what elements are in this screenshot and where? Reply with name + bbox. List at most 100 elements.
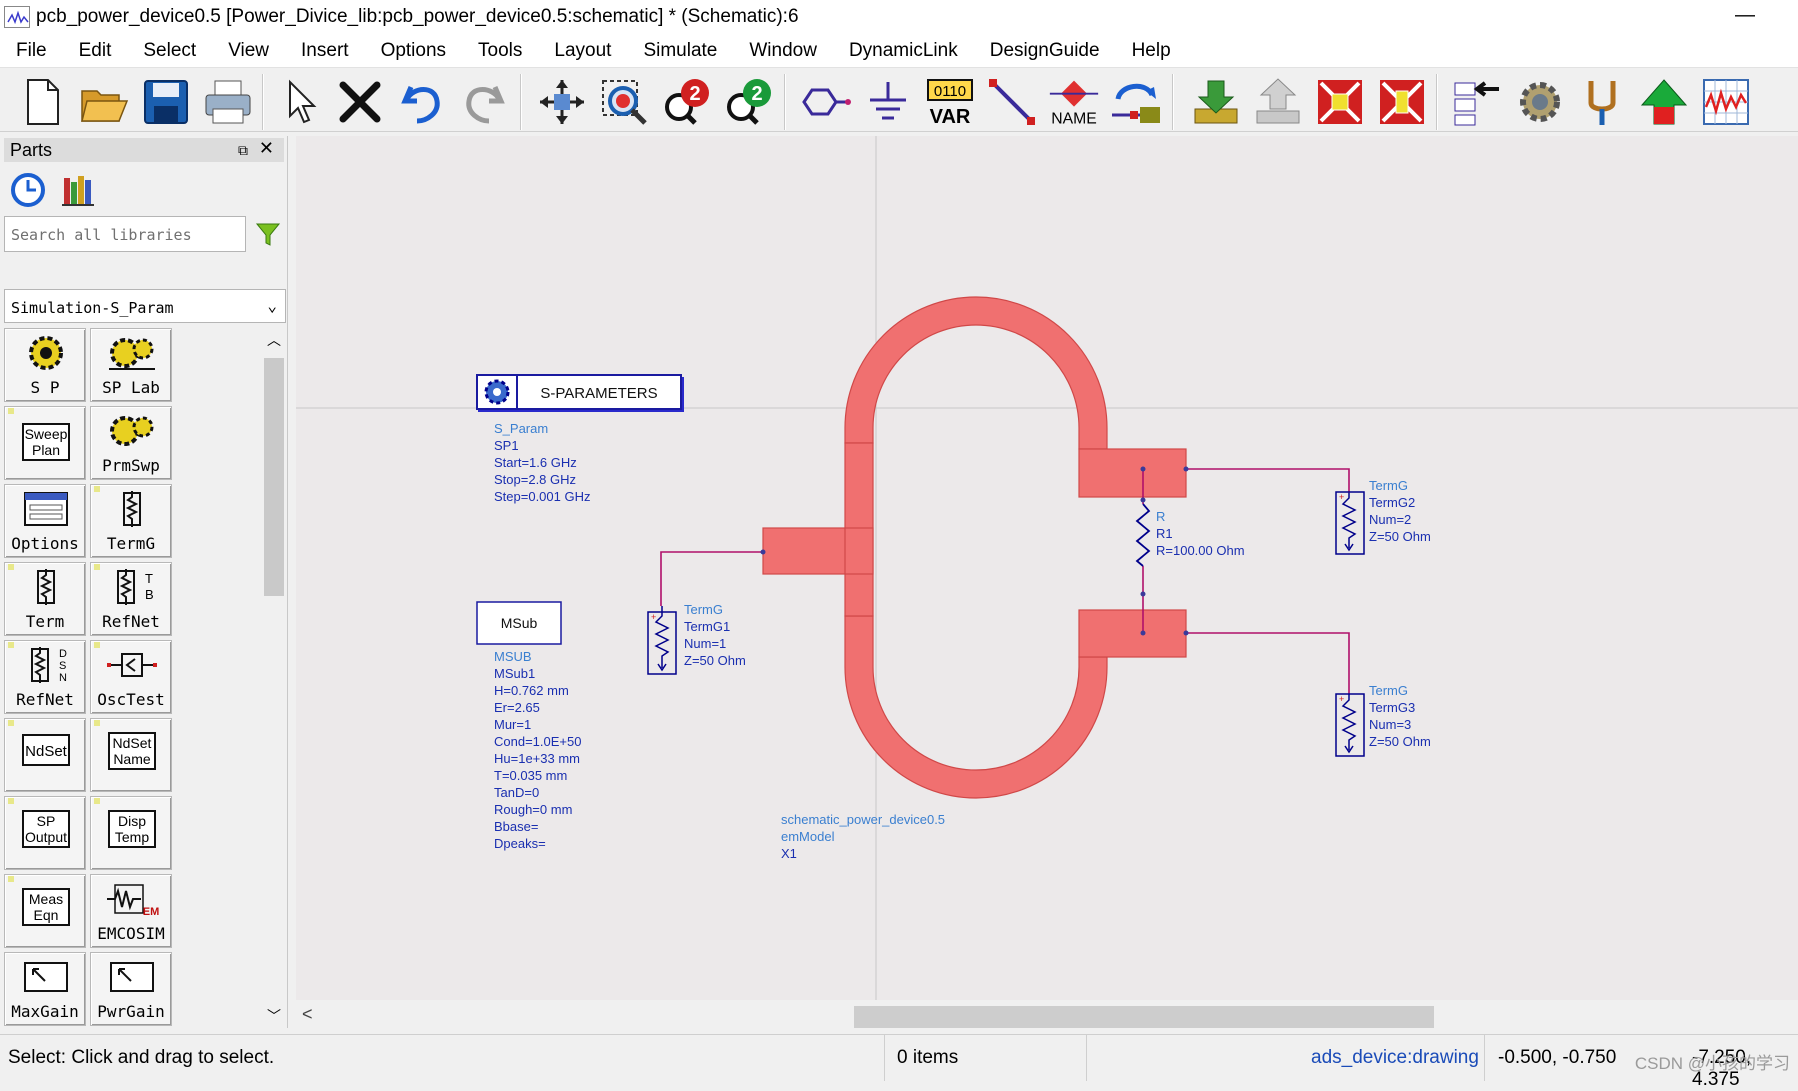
palette-item-prmswp[interactable]: PrmSwp (90, 406, 172, 480)
palette-item-refnet-dsn[interactable]: DSN RefNet (4, 640, 86, 714)
deactivate-button[interactable] (1314, 76, 1366, 128)
component-palette: S P SP Lab Sweep Plan PrmSwp Options Term… (4, 328, 262, 1028)
status-hint: Select: Click and drag to select. (8, 1047, 275, 1068)
recent-parts-button[interactable] (10, 172, 46, 208)
menu-insert[interactable]: Insert (301, 40, 349, 62)
palette-item-maxgain[interactable]: MaxGain (4, 952, 86, 1026)
library-select[interactable]: Simulation-S_Param ⌄ (4, 289, 286, 323)
palette-item-ndset[interactable]: NdSet (4, 718, 86, 792)
svg-text:SP: SP (37, 813, 56, 829)
menu-window[interactable]: Window (749, 40, 817, 62)
upload-button[interactable] (1252, 76, 1304, 128)
library-browser-button[interactable] (60, 172, 96, 208)
palette-item-sp[interactable]: S P (4, 328, 86, 402)
termg2-port[interactable]: + TermG TermG2 Num=2 Z=50 Ohm (1335, 478, 1431, 555)
zoom-area-button[interactable] (598, 76, 650, 128)
library-search-input[interactable]: Search all libraries (4, 216, 246, 252)
push-hierarchy-button[interactable] (1110, 76, 1162, 128)
menu-tools[interactable]: Tools (478, 40, 522, 62)
redo-button[interactable] (458, 76, 510, 128)
msub-line: Bbase= (494, 819, 538, 834)
schematic-canvas[interactable]: R R1 R=100.00 Ohm S-PARAMETERS S_Param S… (296, 136, 1798, 1000)
new-document-button[interactable] (16, 76, 68, 128)
termg1-port[interactable]: + TermG TermG1 Num=1 Z=50 Ohm (647, 602, 746, 675)
pan-button[interactable] (536, 76, 588, 128)
menu-view[interactable]: View (228, 40, 269, 62)
palette-item-pwrgain[interactable]: PwrGain (90, 952, 172, 1026)
palette-item-options[interactable]: Options (4, 484, 86, 558)
palette-item-disp-temp[interactable]: Disp Temp (90, 796, 172, 870)
palette-item-ndset-name[interactable]: NdSet Name (90, 718, 172, 792)
sparam-controller[interactable]: S-PARAMETERS S_Param SP1 Start=1.6 GHz S… (476, 374, 684, 504)
menu-edit[interactable]: Edit (79, 40, 112, 62)
em-model-layout[interactable] (762, 296, 1187, 799)
status-context[interactable]: ads_device:drawing (1311, 1047, 1479, 1069)
menu-select[interactable]: Select (143, 40, 196, 62)
maxgain-icon (24, 962, 68, 992)
insert-var-button[interactable]: 0110 VAR (924, 76, 976, 128)
print-button[interactable] (202, 76, 254, 128)
msub-substrate[interactable]: MSub MSUB MSub1 H=0.762 mm Er=2.65 Mur=1… (476, 601, 581, 851)
menu-simulate[interactable]: Simulate (643, 40, 717, 62)
palette-item-sweep-plan[interactable]: Sweep Plan (4, 406, 86, 480)
float-panel-icon[interactable]: ⧉ (238, 142, 248, 159)
port2-feed-line (1078, 448, 1187, 498)
palette-item-refnet-tb[interactable]: TB RefNet (90, 562, 172, 636)
status-coords-primary: -0.500, -0.750 (1498, 1047, 1617, 1068)
palette-item-emcosim[interactable]: EM EMCOSIM (90, 874, 172, 948)
scroll-down-icon[interactable]: ﹀ (267, 1006, 281, 1026)
simulate-settings-button[interactable] (1514, 76, 1566, 128)
palette-item-termg[interactable]: TermG (90, 484, 172, 558)
zoom-out-button[interactable]: 2 (722, 76, 774, 128)
svg-text:Name: Name (113, 751, 151, 767)
palette-item-sp-lab[interactable]: SP Lab (90, 328, 172, 402)
palette-item-meas-eqn[interactable]: Meas Eqn (4, 874, 86, 948)
menu-help[interactable]: Help (1132, 40, 1171, 62)
canvas-horizontal-scrollbar[interactable]: < (296, 1000, 1798, 1034)
menu-options[interactable]: Options (381, 40, 446, 62)
refnet-dsn-icon: DSN (31, 647, 67, 684)
download-button[interactable] (1190, 76, 1242, 128)
netlist-button[interactable] (1452, 76, 1504, 128)
save-button[interactable] (140, 76, 192, 128)
filter-button[interactable] (254, 220, 282, 248)
star-marker (8, 798, 14, 804)
tuning-button[interactable] (1576, 76, 1628, 128)
insert-port-button[interactable] (800, 76, 852, 128)
short-button[interactable] (1376, 76, 1428, 128)
palette-item-term[interactable]: Term (4, 562, 86, 636)
status-item-count: 0 items (897, 1047, 959, 1068)
insert-name-button[interactable]: NAME (1048, 76, 1100, 128)
star-marker (94, 642, 100, 648)
palette-item-sp-output[interactable]: SP Output (4, 796, 86, 870)
termg3-port[interactable]: + TermG TermG3 Num=3 Z=50 Ohm (1335, 683, 1431, 757)
resistor-r1[interactable]: R R1 R=100.00 Ohm (1135, 503, 1245, 567)
msub-type-label: MSUB (494, 649, 532, 664)
undo-button[interactable] (396, 76, 448, 128)
menu-dynamiclink[interactable]: DynamicLink (849, 40, 958, 62)
scroll-up-icon[interactable]: ︿ (267, 330, 281, 350)
simulate-button[interactable] (1638, 76, 1690, 128)
minimize-button[interactable]: — (1720, 0, 1770, 34)
menu-designguide[interactable]: DesignGuide (990, 40, 1100, 62)
open-folder-button[interactable] (78, 76, 130, 128)
r1-name-label: R1 (1156, 526, 1173, 541)
toolbar: 2 2 0110 VAR NAME (0, 68, 1798, 132)
clock-icon (11, 173, 45, 207)
insert-wire-button[interactable] (986, 76, 1038, 128)
canvas-scrollbar-thumb[interactable] (854, 1006, 1434, 1028)
insert-ground-button[interactable] (862, 76, 914, 128)
menu-file[interactable]: File (16, 40, 47, 62)
palette-scrollbar-thumb[interactable] (264, 358, 284, 596)
data-display-button[interactable] (1700, 76, 1752, 128)
delete-button[interactable] (334, 76, 386, 128)
select-pointer-button[interactable] (274, 76, 326, 128)
palette-item-osctest[interactable]: OscTest (90, 640, 172, 714)
menu-layout[interactable]: Layout (554, 40, 611, 62)
scroll-left-icon[interactable]: < (302, 1004, 313, 1025)
svg-text:Temp: Temp (115, 829, 149, 845)
zoom-in-button[interactable]: 2 (660, 76, 712, 128)
close-panel-icon[interactable]: ✕ (259, 138, 274, 159)
svg-text:N: N (59, 672, 67, 684)
palette-scrollbar[interactable]: ︿ ﹀ (262, 328, 286, 1028)
